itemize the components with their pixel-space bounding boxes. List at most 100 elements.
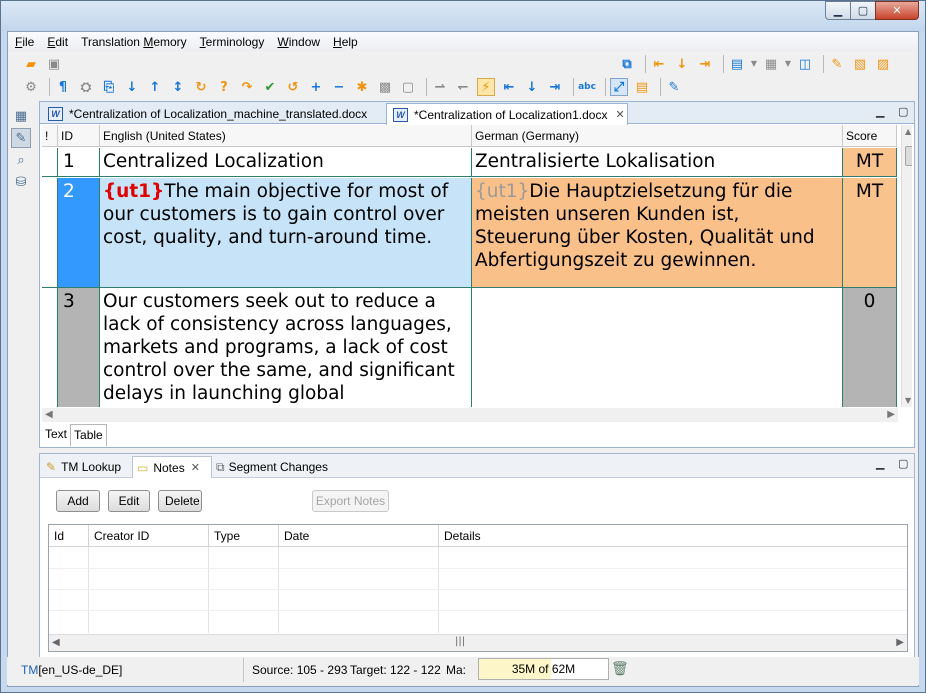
scroll-down-icon[interactable]: ▼ — [905, 396, 911, 405]
column-header-date[interactable]: Date — [279, 525, 439, 547]
remove-icon[interactable]: − — [330, 78, 348, 96]
layout-icon[interactable]: ▦ — [762, 55, 780, 73]
spellcheck-icon[interactable]: abc — [578, 78, 596, 96]
minimize-button[interactable]: ▁ — [825, 1, 851, 20]
settings-gear-icon[interactable]: ⚙ — [22, 78, 40, 96]
next-down-icon[interactable]: ↓ — [673, 55, 691, 73]
source-cell[interactable]: Centralized Localization — [100, 148, 472, 176]
last-segment-icon[interactable]: ⇥ — [546, 78, 564, 96]
arrow-up-icon[interactable]: ↑ — [146, 78, 164, 96]
horizontal-scrollbar[interactable]: ◀ ▶ — [42, 408, 898, 422]
source-cell[interactable]: Our customers seek out to reduce a lack … — [100, 288, 472, 407]
segment-row[interactable]: 1 Centralized Localization Zentralisiert… — [42, 148, 897, 177]
document-tab-machine-translated[interactable]: W *Centralization of Localization_machin… — [42, 103, 385, 124]
scroll-right-icon[interactable]: ▶ — [896, 637, 904, 648]
target-cell[interactable]: {ut1}Die Hauptzielsetzung für die meiste… — [472, 178, 843, 287]
open-folder-icon[interactable]: ▰ — [22, 55, 40, 73]
column-header-source[interactable]: English (United States) — [100, 125, 472, 147]
menu-translation-memory[interactable]: Translation Memory — [81, 35, 187, 49]
prev-segment-icon[interactable]: ⇤ — [650, 55, 668, 73]
column-header-creator-id[interactable]: Creator ID — [89, 525, 209, 547]
lock-segment-icon[interactable]: ▢ — [399, 78, 417, 96]
column-header-score[interactable]: Score — [843, 125, 897, 147]
column-header-details[interactable]: Details — [439, 525, 907, 547]
menu-window[interactable]: Window — [277, 35, 320, 49]
segment-row-selected[interactable]: 2 {ut1}The main objective for most of ou… — [42, 178, 897, 288]
tab-table-view[interactable]: Table — [70, 424, 107, 446]
scroll-left-icon[interactable]: ◀ — [45, 409, 53, 420]
export-icon[interactable]: ▤ — [633, 78, 651, 96]
help-segment-icon[interactable]: ? — [215, 78, 233, 96]
menu-file[interactable]: File — [15, 35, 34, 49]
close-tab-icon[interactable]: ✕ — [615, 108, 624, 121]
segment-row[interactable]: 3 Our customers seek out to reduce a lac… — [42, 288, 897, 407]
dropdown-arrow-icon[interactable]: ▼ — [785, 55, 791, 73]
close-tab-icon[interactable]: ✕ — [191, 461, 200, 474]
maximize-button[interactable]: ▢ — [850, 1, 876, 20]
target-cell[interactable] — [472, 288, 843, 407]
arrow-updown-icon[interactable]: ↕ — [169, 78, 187, 96]
scroll-right-icon[interactable]: ▶ — [887, 409, 895, 420]
maximize-panel-icon[interactable]: ▢ — [898, 105, 908, 118]
approve-icon[interactable]: ✔ — [261, 78, 279, 96]
column-header-flag[interactable]: ! — [42, 125, 58, 147]
tab-segment-changes[interactable]: ⧉ Segment Changes — [212, 456, 342, 478]
close-button[interactable]: ✕ — [875, 1, 919, 20]
tm-sync-icon[interactable]: ⧉ — [618, 55, 636, 73]
undo-icon[interactable]: ↺ — [284, 78, 302, 96]
notes-horizontal-scrollbar[interactable]: ◀ ||| ▶ — [49, 634, 907, 651]
note-add-icon[interactable]: ▧ — [851, 55, 869, 73]
pilcrow-icon[interactable]: ¶ — [54, 78, 72, 96]
scroll-up-icon[interactable]: ▲ — [905, 127, 911, 136]
first-segment-icon[interactable]: ⇤ — [500, 78, 518, 96]
edit-note-button[interactable]: Edit — [108, 490, 150, 512]
fit-view-icon[interactable]: ⤢ — [610, 78, 628, 96]
target-to-source-icon[interactable]: ↽ — [454, 78, 472, 96]
document-tab-localization1[interactable]: W *Centralization of Localization1.docx … — [386, 103, 628, 125]
dropdown-arrow-icon[interactable]: ▼ — [751, 55, 757, 73]
minimize-panel-icon[interactable]: ▁ — [876, 457, 884, 470]
scroll-thumb[interactable] — [905, 146, 912, 166]
add-note-button[interactable]: Add — [56, 490, 100, 512]
split-segment-icon[interactable]: ✱ — [353, 78, 371, 96]
column-header-target[interactable]: German (Germany) — [472, 125, 843, 147]
database-icon[interactable]: ⛁ — [11, 172, 31, 192]
tag-toggle-icon[interactable]: ⛭ — [77, 78, 95, 96]
last-segment-icon[interactable]: ⇥ — [696, 55, 714, 73]
next-segment-icon[interactable]: ↓ — [523, 78, 541, 96]
column-header-type[interactable]: Type — [209, 525, 279, 547]
copy-source-icon[interactable]: ⎘ — [100, 78, 118, 96]
new-view-icon[interactable]: ▦ — [11, 106, 31, 126]
menu-edit[interactable]: Edit — [47, 35, 68, 49]
column-header-id[interactable]: Id — [49, 525, 89, 547]
delete-note-button[interactable]: Delete — [158, 490, 202, 512]
menu-terminology[interactable]: Terminology — [200, 35, 265, 49]
note-edit-icon[interactable]: ✎ — [828, 55, 846, 73]
vertical-scrollbar[interactable]: ▲ ▼ — [901, 125, 912, 407]
join-segment-icon[interactable]: ▩ — [376, 78, 394, 96]
tab-tm-lookup[interactable]: ✎ TM Lookup — [42, 456, 132, 478]
garbage-collect-icon[interactable]: 🗑 — [611, 660, 629, 677]
scroll-left-icon[interactable]: ◀ — [52, 637, 60, 648]
tab-notes[interactable]: ▭ Notes ✕ — [132, 456, 212, 478]
source-cell[interactable]: {ut1}The main objective for most of our … — [100, 178, 472, 287]
export-notes-button[interactable]: Export Notes — [312, 490, 389, 512]
menu-help[interactable]: Help — [333, 35, 358, 49]
target-cell[interactable]: Zentralisierte Lokalisation — [472, 148, 843, 176]
scroll-grip-icon[interactable]: ||| — [455, 636, 465, 647]
split-view-icon[interactable]: ◫ — [796, 55, 814, 73]
add-icon[interactable]: + — [307, 78, 325, 96]
arrow-down-icon[interactable]: ↓ — [123, 78, 141, 96]
editor-perspective-icon[interactable]: ✎ — [11, 128, 31, 148]
search-perspective-icon[interactable]: ⌕ — [11, 150, 31, 170]
source-to-target-icon[interactable]: ⇀ — [431, 78, 449, 96]
maximize-panel-icon[interactable]: ▢ — [898, 457, 908, 470]
save-icon[interactable]: ▣ — [45, 55, 63, 73]
document-properties-icon[interactable]: ▤ — [728, 55, 746, 73]
quick-translate-icon[interactable]: ⚡ — [477, 78, 495, 96]
edit-document-icon[interactable]: ✎ — [665, 78, 683, 96]
confirm-next-icon[interactable]: ↷ — [238, 78, 256, 96]
column-header-id[interactable]: ID — [58, 125, 100, 147]
confirm-segment-icon[interactable]: ↻ — [192, 78, 210, 96]
tab-text-view[interactable]: Text — [42, 424, 70, 446]
